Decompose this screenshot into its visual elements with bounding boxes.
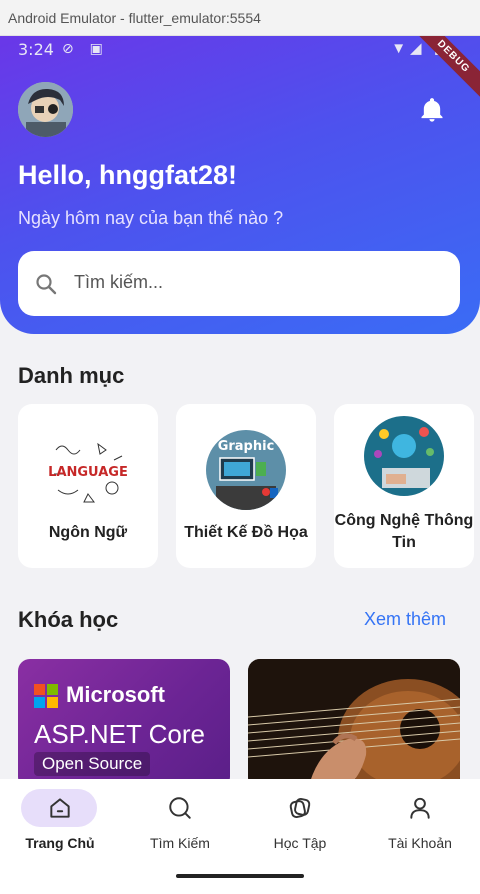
nav-item-learning[interactable]: Học Tập <box>240 789 360 855</box>
category-image-graphic-design: Graphic <box>206 430 286 510</box>
language-art-text: LANGUAGE <box>48 465 128 480</box>
nav-item-account[interactable]: Tài Khoản <box>360 789 480 855</box>
category-card-language[interactable]: LANGUAGE Ngôn Ngữ <box>18 404 158 568</box>
greeting-subtitle: Ngày hôm nay của bạn thế nào ? <box>18 208 284 228</box>
phone-screen: 3:24 ⊘ ▣ ▼◢ ▮ DEBUG Hello, hnggfat28! Ng… <box>0 36 480 894</box>
categories-title: Danh mục <box>18 363 125 388</box>
nav-item-home[interactable]: Trang Chủ <box>0 789 120 855</box>
nav-item-search[interactable]: Tìm Kiếm <box>120 789 240 855</box>
category-label: Thiết Kế Đồ Họa <box>184 524 308 541</box>
nav-label: Tìm Kiếm <box>150 835 210 851</box>
courses-title: Khóa học <box>18 607 119 632</box>
home-icon <box>50 798 70 818</box>
course-subtitle: Open Source <box>34 752 151 776</box>
notification-bell-icon[interactable] <box>418 96 446 124</box>
course-card-guitar[interactable] <box>248 659 460 789</box>
course-title: ASP.NET Core <box>34 719 206 749</box>
account-icon <box>410 797 430 819</box>
category-card-graphic-design[interactable]: Graphic Thiết Kế Đồ Họa <box>176 404 316 568</box>
status-time: 3:24 <box>18 40 54 59</box>
search-icon <box>36 274 57 295</box>
course-card-aspnet-core[interactable]: Microsoft ASP.NET Core Open Source <box>18 659 230 789</box>
search-placeholder: Tìm kiếm... <box>74 272 163 292</box>
header-hero: 3:24 ⊘ ▣ ▼◢ ▮ DEBUG Hello, hnggfat28! Ng… <box>0 36 480 334</box>
nav-label: Tài Khoản <box>388 835 452 851</box>
search-icon <box>169 797 191 819</box>
emulator-window-title: Android Emulator - flutter_emulator:5554 <box>0 0 480 36</box>
status-notification-icons: ⊘ ▣ <box>62 40 109 56</box>
category-card-information-technology[interactable]: Công Nghệ Thông Tin <box>334 404 474 568</box>
category-image-information-technology <box>364 416 444 496</box>
see-more-link[interactable]: Xem thêm <box>364 609 446 630</box>
status-bar: 3:24 ⊘ ▣ ▼◢ ▮ <box>0 36 480 64</box>
category-label: Ngôn Ngữ <box>48 524 128 541</box>
greeting-title: Hello, hnggfat28! <box>18 160 238 190</box>
avatar[interactable] <box>18 82 73 137</box>
learning-icon <box>289 797 311 819</box>
gesture-home-indicator <box>176 874 304 878</box>
course-brand: Microsoft <box>66 682 165 707</box>
course-list: Microsoft ASP.NET Core Open Source <box>18 659 480 789</box>
search-input[interactable]: Tìm kiếm... <box>18 251 460 316</box>
guitar-photo <box>248 659 460 789</box>
graphic-art-text: Graphic <box>218 439 275 454</box>
microsoft-logo-icon <box>34 684 58 708</box>
nav-label: Trang Chủ <box>25 835 95 851</box>
category-label: Công Nghệ Thông Tin <box>334 512 474 551</box>
category-list: LANGUAGE Ngôn Ngữ Graphic Thiết Kế Đồ Họ… <box>18 404 480 568</box>
category-image-language: LANGUAGE <box>48 430 128 510</box>
nav-label: Học Tập <box>273 835 327 851</box>
